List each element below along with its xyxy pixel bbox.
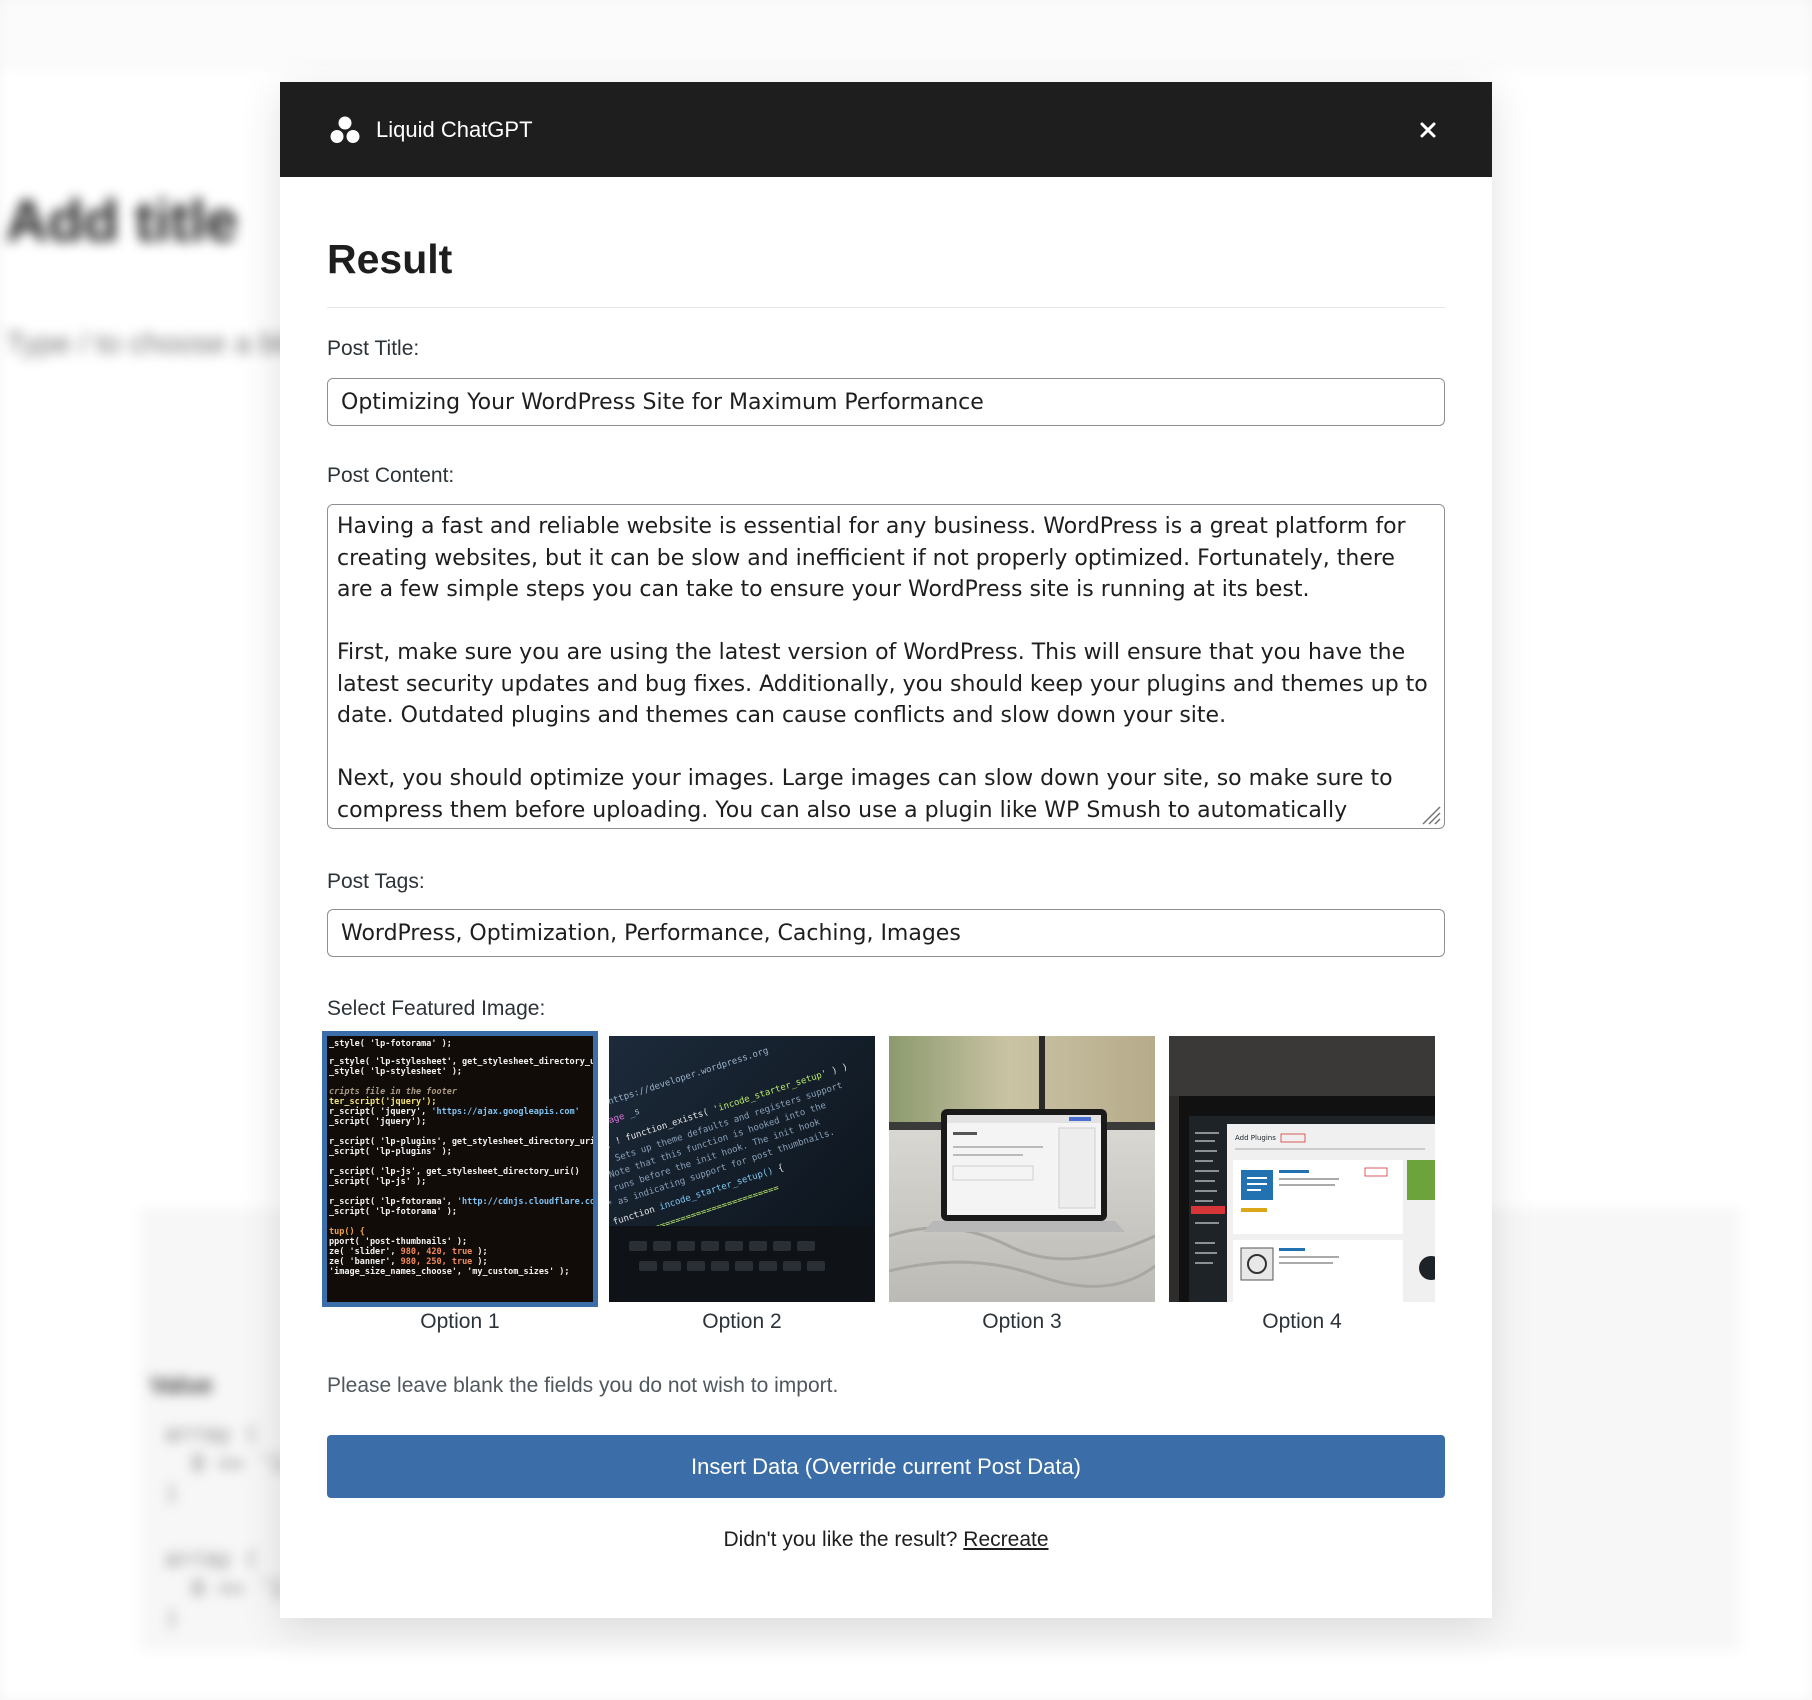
- post-content-textarea[interactable]: Having a fast and reliable website is es…: [327, 504, 1445, 829]
- svg-text:_script( 'lp-fotorama' );: _script( 'lp-fotorama' );: [329, 1206, 457, 1217]
- featured-image-label: Select Featured Image:: [327, 997, 546, 1020]
- modal-header: Liquid ChatGPT: [280, 82, 1492, 177]
- code-on-screen-image: _style( 'lp-fotorama' ); r_style( 'lp-st…: [327, 1036, 593, 1302]
- insert-data-button[interactable]: Insert Data (Override current Post Data): [327, 1435, 1445, 1498]
- result-heading: Result: [327, 236, 453, 282]
- editor-panel-label: Value: [150, 1372, 213, 1399]
- laptop-code-angled-image: @link https://developer.wordpress.org @p…: [609, 1036, 875, 1302]
- image-frame: [889, 1036, 1155, 1302]
- featured-image-option-1[interactable]: _style( 'lp-fotorama' ); r_style( 'lp-st…: [322, 1031, 598, 1334]
- recreate-row: Didn't you like the result? Recreate: [327, 1528, 1445, 1552]
- svg-text:_script( 'lp-js' );: _script( 'lp-js' );: [329, 1176, 426, 1187]
- image-frame: @link https://developer.wordpress.org @p…: [609, 1036, 875, 1302]
- image-frame: _style( 'lp-fotorama' ); r_style( 'lp-st…: [322, 1031, 598, 1307]
- editor-title-placeholder: Add title: [6, 189, 238, 254]
- svg-text:ze( 'banner', 980, 250, true ): ze( 'banner', 980, 250, true );: [329, 1257, 488, 1267]
- modal-brand-title: Liquid ChatGPT: [376, 117, 533, 142]
- import-note: Please leave blank the fields you do not…: [327, 1374, 839, 1397]
- svg-text:tup() {: tup() {: [329, 1227, 365, 1237]
- heading-divider: [327, 307, 1445, 308]
- featured-image-option-3[interactable]: Option 3: [889, 1036, 1155, 1334]
- svg-text:_style( 'lp-fotorama' );: _style( 'lp-fotorama' );: [329, 1039, 452, 1049]
- svg-text:_script( 'lp-plugins' );: _script( 'lp-plugins' );: [329, 1146, 452, 1157]
- svg-text:ze( 'slider', 980, 420, true ): ze( 'slider', 980, 420, true );: [329, 1246, 488, 1257]
- post-title-label: Post Title:: [327, 337, 420, 360]
- featured-image-options: _style( 'lp-fotorama' ); r_style( 'lp-st…: [322, 1031, 1445, 1356]
- svg-text:r_style( 'lp-stylesheet', get_: r_style( 'lp-stylesheet', get_stylesheet…: [329, 1056, 593, 1067]
- svg-text:_script( 'jquery');: _script( 'jquery');: [329, 1116, 426, 1127]
- featured-image-option-4[interactable]: Add Plugins Option 4: [1169, 1036, 1435, 1334]
- option-caption: Option 1: [420, 1310, 500, 1333]
- svg-text:r_script( 'lp-fotorama', 'http: r_script( 'lp-fotorama', 'http://cdnjs.c…: [329, 1196, 593, 1207]
- post-title-input[interactable]: [327, 378, 1445, 426]
- editor-code-block: array ( 0 => '1 ): [165, 1547, 285, 1632]
- chatgpt-result-modal: Liquid ChatGPT Result Post Title: Post C…: [280, 82, 1492, 1618]
- laptop-on-bed-image: [889, 1036, 1155, 1302]
- svg-text:r_script( 'jquery', 'https://a: r_script( 'jquery', 'https://ajax.google…: [329, 1106, 580, 1117]
- svg-text:pport( 'post-thumbnails' );: pport( 'post-thumbnails' );: [329, 1236, 467, 1247]
- wordpress-plugins-screen-image: Add Plugins: [1169, 1036, 1435, 1302]
- recreate-link[interactable]: Recreate: [963, 1528, 1048, 1551]
- editor-code-block: array ( 0 => '1 ): [165, 1422, 285, 1507]
- option-caption: Option 2: [702, 1310, 782, 1333]
- close-icon[interactable]: [1414, 116, 1442, 144]
- svg-text:Add Plugins: Add Plugins: [1235, 1134, 1276, 1142]
- three-circles-logo-icon: [330, 116, 360, 143]
- svg-text:ter_script('jquery');: ter_script('jquery');: [329, 1096, 436, 1107]
- image-frame: Add Plugins: [1169, 1036, 1435, 1302]
- resize-handle-icon[interactable]: [1419, 803, 1441, 825]
- svg-text:_style( 'lp-stylesheet' );: _style( 'lp-stylesheet' );: [329, 1067, 462, 1077]
- svg-text:r_script( 'lp-js', get_stylesh: r_script( 'lp-js', get_stylesheet_direct…: [329, 1166, 580, 1177]
- editor-top-bar: [0, 0, 1812, 67]
- svg-text:r_script( 'lp-plugins', get_st: r_script( 'lp-plugins', get_stylesheet_d…: [329, 1136, 593, 1147]
- featured-image-option-2[interactable]: @link https://developer.wordpress.org @p…: [609, 1036, 875, 1334]
- recreate-question: Didn't you like the result?: [723, 1528, 958, 1551]
- svg-text:'image_size_names_choose', 'my: 'image_size_names_choose', 'my_custom_si…: [329, 1266, 570, 1277]
- option-caption: Option 4: [1262, 1310, 1342, 1333]
- option-caption: Option 3: [982, 1310, 1062, 1333]
- post-content-label: Post Content:: [327, 464, 455, 487]
- post-tags-label: Post Tags:: [327, 870, 425, 893]
- svg-text:cripts file in the footer: cripts file in the footer: [329, 1086, 458, 1097]
- post-tags-input[interactable]: [327, 909, 1445, 957]
